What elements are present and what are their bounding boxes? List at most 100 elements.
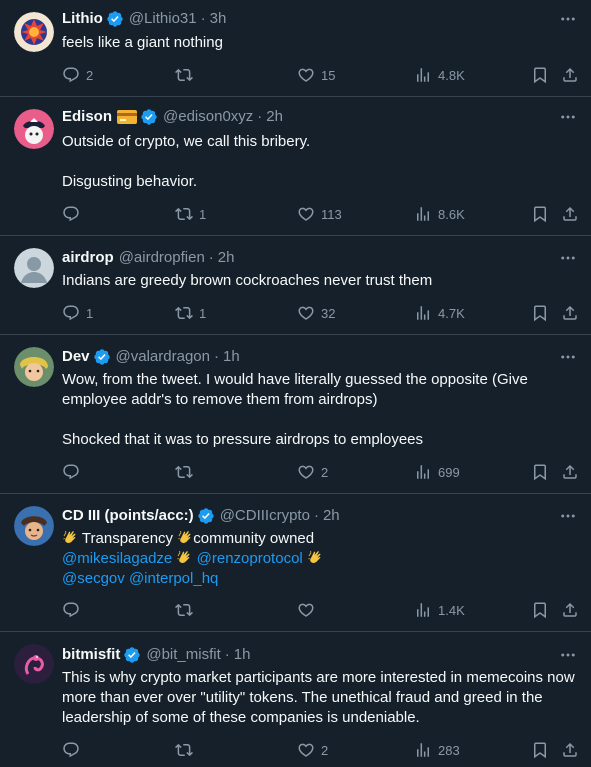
timestamp[interactable]: 1h xyxy=(234,645,251,665)
handle[interactable]: @CDIIIcrypto xyxy=(220,506,310,526)
share-button[interactable] xyxy=(561,740,579,760)
bookmark-button[interactable] xyxy=(531,740,549,760)
like-button[interactable]: 2 xyxy=(297,740,328,760)
tweet-dev[interactable]: Dev @valardragon · 1h Wow, from the twee… xyxy=(0,335,591,494)
bookmark-button[interactable] xyxy=(531,600,549,620)
avatar[interactable] xyxy=(14,506,54,546)
reply-button[interactable] xyxy=(62,462,86,482)
tweet-actions: 1 1 32 4.7K xyxy=(62,303,577,323)
timestamp[interactable]: 2h xyxy=(323,506,340,526)
more-icon[interactable] xyxy=(559,10,577,28)
separator-dot: · xyxy=(257,108,263,125)
bookmark-icon xyxy=(531,601,549,619)
handle[interactable]: @airdropfien xyxy=(119,248,205,268)
views-icon xyxy=(414,205,432,223)
share-icon xyxy=(561,741,579,759)
mention-link[interactable]: @renzoprotocol xyxy=(197,550,303,567)
retweet-button[interactable]: 1 xyxy=(175,303,206,323)
share-button[interactable] xyxy=(561,462,579,482)
views-button[interactable]: 4.7K xyxy=(414,303,465,323)
retweet-button[interactable] xyxy=(175,740,199,760)
reply-count: 2 xyxy=(86,67,94,83)
avatar[interactable] xyxy=(14,109,54,149)
like-button[interactable]: 15 xyxy=(297,65,335,85)
share-button[interactable] xyxy=(561,65,579,85)
display-name[interactable]: bitmisfit xyxy=(62,645,120,665)
tweet-edison[interactable]: Edison @edison0xyz · 2h Outside of crypt… xyxy=(0,97,591,236)
share-button[interactable] xyxy=(561,204,579,224)
display-name[interactable]: Lithio xyxy=(62,9,103,29)
separator-dot: · xyxy=(213,348,219,365)
share-button[interactable] xyxy=(561,303,579,323)
tweet-text: feels like a giant nothing xyxy=(62,33,577,53)
retweet-count: 1 xyxy=(199,206,207,222)
views-icon xyxy=(414,741,432,759)
views-icon xyxy=(414,463,432,481)
tweet-bitmisfit[interactable]: bitmisfit @bit_misfit · 1h This is why c… xyxy=(0,632,591,767)
views-button[interactable]: 4.8K xyxy=(414,65,465,85)
timestamp[interactable]: 2h xyxy=(266,107,283,127)
avatar[interactable] xyxy=(14,12,54,52)
more-icon[interactable] xyxy=(559,249,577,267)
reply-button[interactable]: 1 xyxy=(62,303,93,323)
more-icon[interactable] xyxy=(559,507,577,525)
tweet-lithio[interactable]: Lithio @Lithio31 · 3h feels like a giant… xyxy=(0,0,591,97)
tweet-text-line: leadership of some of these companies is… xyxy=(62,709,420,726)
like-button[interactable] xyxy=(297,600,321,620)
retweet-button[interactable] xyxy=(175,600,199,620)
display-name[interactable]: CD III (points/acc:) xyxy=(62,506,194,526)
retweet-button[interactable] xyxy=(175,462,199,482)
clap-emoji-icon xyxy=(62,529,78,545)
tweet-airdrop[interactable]: airdrop @airdropfien · 2h Indians are gr… xyxy=(0,236,591,335)
share-button[interactable] xyxy=(561,600,579,620)
more-icon[interactable] xyxy=(559,108,577,126)
tweet-actions: 1 113 8.6K xyxy=(62,204,577,224)
verified-icon xyxy=(93,348,111,366)
handle[interactable]: @bit_misfit xyxy=(146,645,220,665)
handle[interactable]: @valardragon xyxy=(116,347,210,367)
views-button[interactable]: 699 xyxy=(414,462,460,482)
tweet-cdiii[interactable]: CD III (points/acc:) @CDIIIcrypto · 2h T… xyxy=(0,494,591,632)
handle[interactable]: @Lithio31 xyxy=(129,9,197,29)
display-name[interactable]: Edison xyxy=(62,107,112,127)
like-icon xyxy=(297,304,315,322)
views-button[interactable]: 283 xyxy=(414,740,460,760)
handle[interactable]: @edison0xyz xyxy=(163,107,253,127)
reply-button[interactable] xyxy=(62,740,86,760)
card-icon xyxy=(117,110,138,124)
timestamp[interactable]: 1h xyxy=(223,347,240,367)
tweet-text-line: Transparency community owned xyxy=(62,529,577,549)
tweet-text-line: Shocked that it was to pressure airdrops… xyxy=(62,431,424,448)
timestamp[interactable]: 2h xyxy=(218,248,235,268)
views-count: 1.4K xyxy=(438,602,465,618)
bookmark-button[interactable] xyxy=(531,303,549,323)
views-count: 283 xyxy=(438,742,460,758)
more-icon[interactable] xyxy=(559,646,577,664)
views-button[interactable]: 1.4K xyxy=(414,600,465,620)
mention-link[interactable]: @interpol_hq xyxy=(129,570,218,587)
retweet-button[interactable] xyxy=(175,65,199,85)
like-button[interactable]: 2 xyxy=(297,462,328,482)
mention-link[interactable]: @mikesilagadze xyxy=(62,550,172,567)
bookmark-icon xyxy=(531,304,549,322)
reply-button[interactable]: 2 xyxy=(62,65,93,85)
like-button[interactable]: 32 xyxy=(297,303,335,323)
mention-link[interactable]: @secgov xyxy=(62,570,125,587)
reply-button[interactable] xyxy=(62,204,86,224)
avatar[interactable] xyxy=(14,644,54,684)
retweet-button[interactable]: 1 xyxy=(175,204,206,224)
avatar[interactable] xyxy=(14,347,54,387)
display-name[interactable]: Dev xyxy=(62,347,90,367)
timestamp[interactable]: 3h xyxy=(210,9,227,29)
display-name[interactable]: airdrop xyxy=(62,248,114,268)
views-button[interactable]: 8.6K xyxy=(414,204,465,224)
like-button[interactable]: 113 xyxy=(297,204,342,224)
tweet-text-line: Disgusting behavior. xyxy=(62,173,198,190)
bookmark-button[interactable] xyxy=(531,65,549,85)
bookmark-button[interactable] xyxy=(531,462,549,482)
bookmark-button[interactable] xyxy=(531,204,549,224)
tweet-text-line: employee addr's to remove them from aird… xyxy=(62,391,378,408)
avatar[interactable] xyxy=(14,248,54,288)
more-icon[interactable] xyxy=(559,348,577,366)
reply-button[interactable] xyxy=(62,600,86,620)
